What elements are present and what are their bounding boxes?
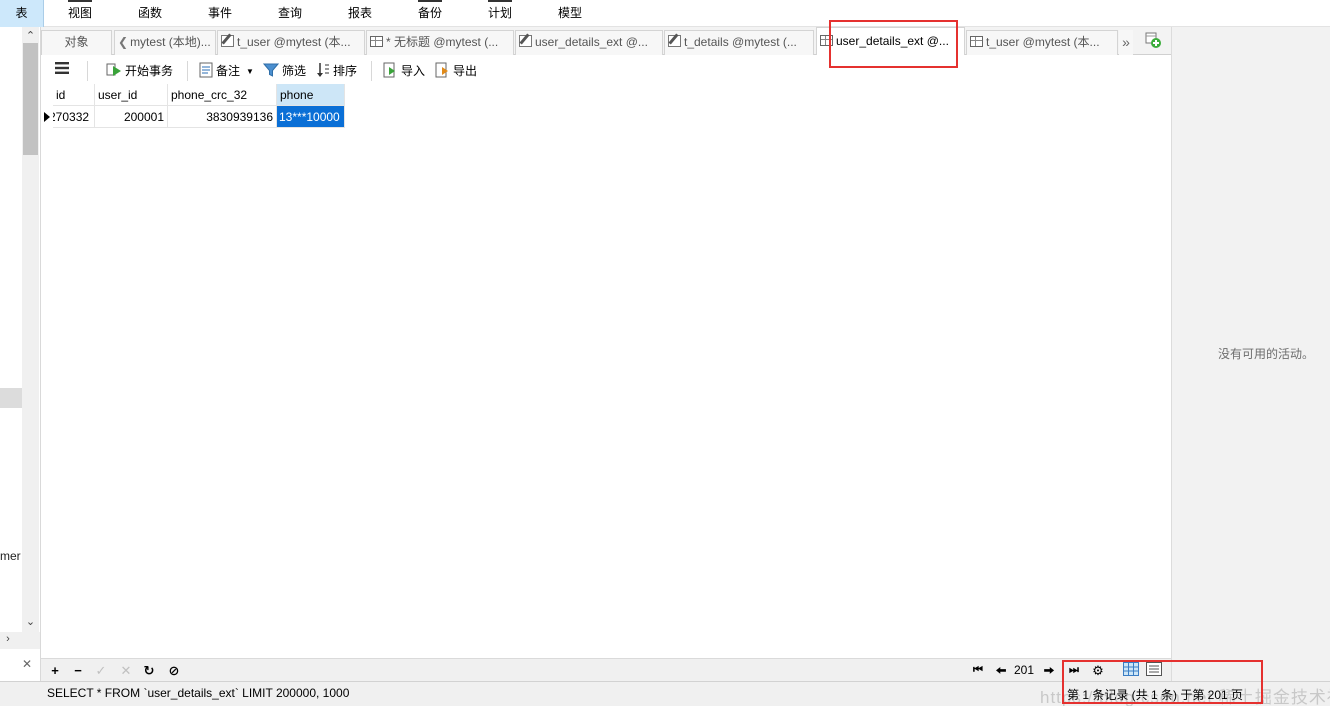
transaction-icon	[106, 62, 122, 84]
column-header-id[interactable]: id	[53, 84, 95, 106]
design-table-icon	[221, 35, 234, 47]
scrollbar-thumb[interactable]	[23, 43, 38, 155]
navigator-horizontal-scrollbar[interactable]: ›	[0, 632, 40, 649]
new-tab-icon[interactable]	[1144, 31, 1162, 49]
menu-item-backup[interactable]: 备份	[400, 0, 460, 27]
tab-scroll-right-icon[interactable]: »	[1119, 30, 1133, 55]
record-toolbar: + − ✓ ✕ ↻ ⊘ ⏮ 🠨 201 🠪 ⏭ ⚙	[41, 658, 1171, 681]
tab-mytest-local[interactable]: ❮ mytest (本地)...	[114, 30, 216, 55]
next-page-icon[interactable]: 🠪	[1042, 662, 1056, 679]
export-icon	[434, 62, 450, 84]
data-grid[interactable]: id user_id phone_crc_32 phone 270332 200…	[41, 84, 1171, 658]
scroll-down-icon[interactable]: ⌄	[22, 615, 39, 628]
toolbar-divider	[187, 61, 188, 81]
table-icon	[970, 36, 983, 47]
cell-user-id[interactable]: 200001	[95, 106, 168, 128]
navigator-vertical-scrollbar[interactable]: ⌃ ⌄	[22, 27, 39, 632]
apply-changes-icon[interactable]: ✓	[94, 662, 108, 679]
first-page-icon[interactable]: ⏮	[971, 662, 985, 679]
menu-item-schedule[interactable]: 计划	[470, 0, 530, 27]
navigator-panel: ⌃ ⌄ mer › ✕	[0, 27, 41, 681]
toolbar-divider	[87, 61, 88, 81]
grid-toolbar: 开始事务 备注 ▼ 筛选 排序 导入 导出	[41, 56, 1171, 84]
delete-record-icon[interactable]: −	[71, 662, 85, 679]
close-icon[interactable]: ✕	[22, 657, 32, 671]
query-icon	[370, 36, 383, 47]
filter-icon	[262, 62, 280, 84]
scroll-up-icon[interactable]: ⌃	[22, 29, 39, 42]
tab-untitled-query[interactable]: * 无标题 @mytest (...	[366, 30, 514, 55]
current-row-indicator-icon	[44, 112, 50, 122]
add-record-icon[interactable]: +	[48, 662, 62, 679]
tab-t-details-design[interactable]: t_details @mytest (...	[664, 30, 814, 55]
menu-item-table[interactable]: 表	[0, 0, 44, 27]
tab-t-user-design[interactable]: t_user @mytest (本...	[217, 30, 365, 55]
begin-transaction-button[interactable]: 开始事务	[106, 61, 173, 81]
menu-item-report[interactable]: 报表	[330, 0, 390, 27]
sql-statement: SELECT * FROM `user_details_ext` LIMIT 2…	[47, 686, 350, 700]
page-number[interactable]: 201	[1014, 662, 1034, 679]
highlight-box-active-tab	[829, 20, 958, 68]
cell-phone[interactable]: 13***10000	[277, 106, 345, 128]
no-activity-label: 没有可用的活动。	[1218, 347, 1315, 361]
filter-button[interactable]: 筛选	[262, 61, 306, 84]
export-button[interactable]: 导出	[434, 61, 477, 81]
import-button[interactable]: 导入	[382, 61, 425, 81]
menu-item-model[interactable]: 模型	[540, 0, 600, 27]
menu-icon[interactable]	[55, 61, 69, 81]
stop-icon[interactable]: ⊘	[167, 662, 181, 679]
previous-page-icon[interactable]: 🠨	[994, 662, 1008, 679]
menu-item-view[interactable]: 视图	[50, 0, 110, 27]
activity-panel: 没有可用的活动。	[1171, 27, 1330, 681]
menu-item-event[interactable]: 事件	[190, 0, 250, 27]
menu-item-query[interactable]: 查询	[260, 0, 320, 27]
column-header-user-id[interactable]: user_id	[95, 84, 168, 106]
import-icon	[382, 62, 398, 84]
tab-objects[interactable]: 对象	[41, 30, 112, 55]
navigator-item-label[interactable]: mer	[0, 549, 21, 563]
tab-strip: 对象 ❮ mytest (本地)... t_user @mytest (本... …	[41, 27, 1171, 55]
design-table-icon	[519, 35, 532, 47]
cell-id[interactable]: 270332	[53, 106, 95, 128]
column-header-phone-crc-32[interactable]: phone_crc_32	[168, 84, 277, 106]
menu-bar: 表 视图 函数 事件 查询 报表 备份 计划 模型	[0, 0, 1330, 27]
refresh-icon[interactable]: ↻	[142, 662, 156, 679]
memo-icon	[199, 62, 213, 84]
column-header-phone[interactable]: phone	[277, 84, 345, 106]
navigator-selected-item[interactable]	[0, 388, 22, 408]
sort-button[interactable]: 排序	[316, 61, 357, 81]
memo-button[interactable]: 备注 ▼	[199, 61, 254, 81]
discard-changes-icon[interactable]: ✕	[119, 662, 133, 679]
tab-t-user-data[interactable]: t_user @mytest (本...	[966, 30, 1118, 55]
dropdown-arrow-icon[interactable]: ▼	[246, 67, 254, 76]
sort-icon	[316, 62, 330, 84]
menu-item-function[interactable]: 函数	[120, 0, 180, 27]
toolbar-divider	[371, 61, 372, 81]
scroll-right-icon[interactable]: ›	[3, 633, 13, 645]
tab-user-details-ext-design[interactable]: user_details_ext @...	[515, 30, 663, 55]
highlight-box-pagination	[1062, 660, 1263, 704]
design-table-icon	[668, 35, 681, 47]
cell-phone-crc-32[interactable]: 3830939136	[168, 106, 277, 128]
back-chevron-icon: ❮	[118, 35, 129, 49]
